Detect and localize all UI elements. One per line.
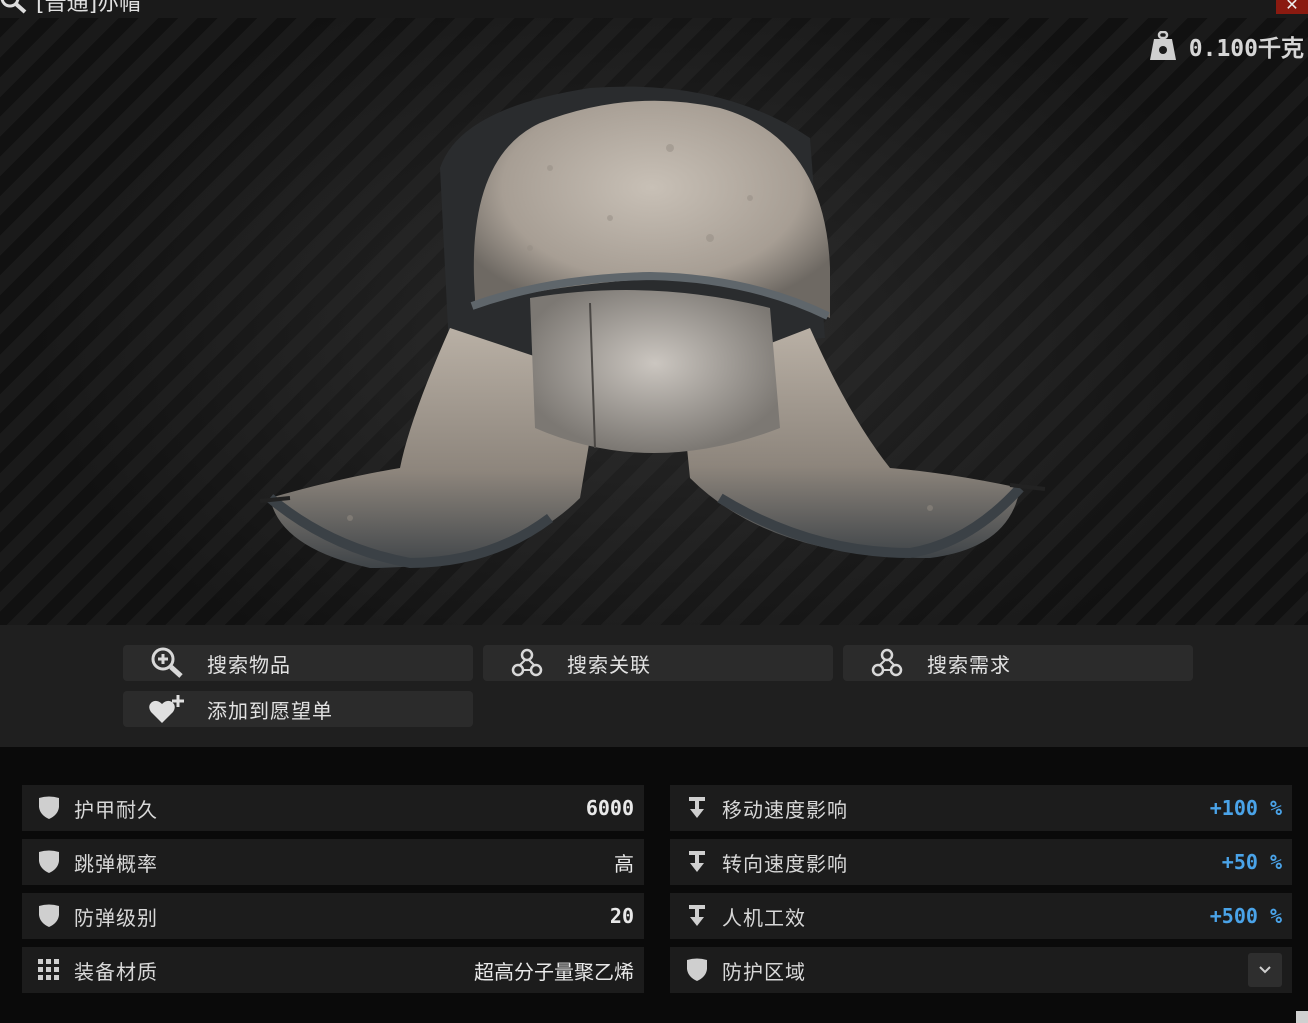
resize-handle[interactable] xyxy=(1296,1011,1308,1023)
stat-label: 防护区域 xyxy=(722,959,806,984)
stat-label: 移动速度影响 xyxy=(722,797,848,822)
stat-armor-durability: 护甲耐久 6000 xyxy=(22,785,644,831)
stat-value: 高 xyxy=(614,851,634,876)
close-icon: ✕ xyxy=(1285,0,1299,14)
stat-label: 装备材质 xyxy=(74,959,158,984)
search-item-label: 搜索物品 xyxy=(207,652,291,677)
stat-turn-speed: 转向速度影响 +50 % xyxy=(670,839,1292,885)
action-panel: 搜索物品 搜索关联 搜索需求 添加到愿望单 xyxy=(0,625,1308,747)
nodes-icon xyxy=(865,645,909,681)
shield-icon xyxy=(36,903,62,929)
heart-plus-icon xyxy=(145,691,189,727)
stat-value: +100 % xyxy=(1209,796,1282,820)
title-bar: [普通]亦帽 ✕ xyxy=(0,0,1308,18)
search-item-button[interactable]: 搜索物品 xyxy=(123,645,473,681)
shield-icon xyxy=(36,795,62,821)
add-to-wishlist-button[interactable]: 添加到愿望单 xyxy=(123,691,473,727)
stat-label: 护甲耐久 xyxy=(74,797,158,822)
search-related-label: 搜索关联 xyxy=(567,652,651,677)
weight-down-icon xyxy=(684,795,710,821)
stat-value: +50 % xyxy=(1221,850,1282,874)
weight-value: 0.100千克 xyxy=(1188,36,1304,62)
stat-ricochet-chance: 跳弹概率 高 xyxy=(22,839,644,885)
item-preview: 0.100千克 xyxy=(0,18,1308,625)
weight-down-icon xyxy=(684,849,710,875)
stat-label: 人机工效 xyxy=(722,905,806,930)
search-icon xyxy=(0,0,27,14)
stat-movement-speed: 移动速度影响 +100 % xyxy=(670,785,1292,831)
shield-icon xyxy=(36,849,62,875)
add-to-wishlist-label: 添加到愿望单 xyxy=(207,698,333,723)
shield-icon xyxy=(684,957,710,983)
expand-dropdown-button[interactable] xyxy=(1248,953,1282,987)
window-title: [普通]亦帽 xyxy=(36,0,142,16)
search-requirements-label: 搜索需求 xyxy=(927,652,1011,677)
stat-label: 转向速度影响 xyxy=(722,851,848,876)
magnify-plus-icon xyxy=(145,645,189,681)
stat-label: 跳弹概率 xyxy=(74,851,158,876)
stat-armor-class: 防弹级别 20 xyxy=(22,893,644,939)
stat-ergonomics: 人机工效 +500 % xyxy=(670,893,1292,939)
weight-icon xyxy=(1149,31,1176,60)
stat-value: +500 % xyxy=(1209,904,1282,928)
weight-down-icon xyxy=(684,903,710,929)
stat-label: 防弹级别 xyxy=(74,905,158,930)
search-requirements-button[interactable]: 搜索需求 xyxy=(843,645,1193,681)
stat-value: 超高分子量聚乙烯 xyxy=(474,959,634,984)
close-button[interactable]: ✕ xyxy=(1276,0,1308,14)
stat-protection-zones: 防护区域 xyxy=(670,947,1292,993)
search-related-button[interactable]: 搜索关联 xyxy=(483,645,833,681)
stat-value: 6000 xyxy=(585,796,634,820)
chevron-down-icon xyxy=(1259,966,1271,974)
grid-icon xyxy=(36,957,62,983)
ushanka-hat-image xyxy=(259,86,1046,569)
nodes-icon xyxy=(505,645,549,681)
weight-display: 0.100千克 xyxy=(1149,30,1304,62)
stat-armor-material: 装备材质 超高分子量聚乙烯 xyxy=(22,947,644,993)
stat-value: 20 xyxy=(609,904,634,928)
